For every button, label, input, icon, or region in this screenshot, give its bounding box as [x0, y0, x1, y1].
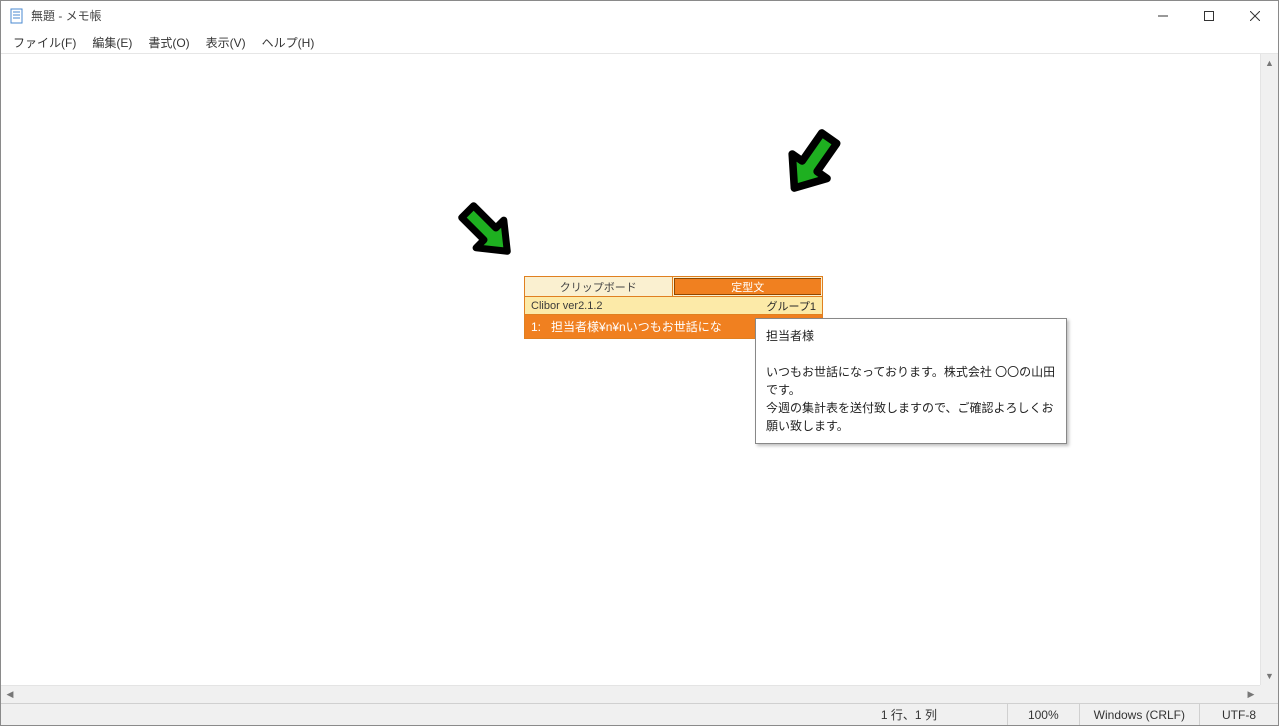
close-button[interactable] [1232, 1, 1278, 30]
tab-teikeibun[interactable]: 定型文 [674, 278, 822, 295]
menu-format[interactable]: 書式(O) [140, 32, 197, 53]
tab-clipboard[interactable]: クリップボード [525, 277, 673, 296]
status-lineending: Windows (CRLF) [1079, 704, 1199, 725]
horizontal-scrollbar[interactable]: ◀ ▶ [1, 685, 1260, 703]
clibor-group[interactable]: グループ1 [767, 298, 816, 314]
clibor-item-index: 1: [531, 320, 541, 334]
minimize-button[interactable] [1140, 1, 1186, 30]
menu-edit[interactable]: 編集(E) [84, 32, 140, 53]
scroll-left-icon[interactable]: ◀ [1, 686, 19, 703]
menubar: ファイル(F) 編集(E) 書式(O) 表示(V) ヘルプ(H) [1, 31, 1278, 53]
tooltip-line2: いつもお世話になっております。株式会社 〇〇の山田です。 [766, 363, 1056, 399]
clibor-header: Clibor ver2.1.2 グループ1 [525, 297, 822, 315]
notepad-window: 無題 - メモ帳 ファイル(F) 編集(E) 書式(O) 表示(V) ヘルプ(H… [0, 0, 1279, 726]
status-encoding: UTF-8 [1199, 704, 1278, 725]
annotation-arrow-right [776, 122, 852, 198]
scrollbar-corner [1260, 685, 1278, 703]
tooltip-line3: 今週の集計表を送付致しますので、ご確認よろしくお願い致します。 [766, 399, 1056, 435]
notepad-icon [9, 8, 25, 24]
scroll-down-icon[interactable]: ▼ [1261, 667, 1278, 685]
statusbar: 1 行、1 列 100% Windows (CRLF) UTF-8 [1, 703, 1278, 725]
status-zoom: 100% [1007, 704, 1079, 725]
editor-area[interactable]: ▲ ▼ ◀ ▶ クリップボード [1, 53, 1278, 703]
status-position: 1 行、1 列 [851, 704, 1007, 725]
maximize-button[interactable] [1186, 1, 1232, 30]
tooltip-line1: 担当者様 [766, 327, 1056, 345]
menu-help[interactable]: ヘルプ(H) [254, 32, 323, 53]
clibor-tabs: クリップボード 定型文 [525, 277, 822, 297]
menu-view[interactable]: 表示(V) [198, 32, 254, 53]
vertical-scrollbar[interactable]: ▲ ▼ [1260, 54, 1278, 685]
clibor-tooltip: 担当者様 いつもお世話になっております。株式会社 〇〇の山田です。 今週の集計表… [755, 318, 1067, 444]
annotation-arrow-left [450, 194, 520, 264]
clibor-version: Clibor ver2.1.2 [531, 300, 603, 312]
clibor-item-text: 担当者様¥n¥nいつもお世話にな [551, 318, 722, 335]
menu-file[interactable]: ファイル(F) [5, 32, 84, 53]
window-controls [1140, 1, 1278, 30]
titlebar: 無題 - メモ帳 [1, 1, 1278, 31]
text-area[interactable] [1, 54, 1260, 685]
scroll-right-icon[interactable]: ▶ [1242, 686, 1260, 703]
scroll-up-icon[interactable]: ▲ [1261, 54, 1278, 72]
window-title: 無題 - メモ帳 [31, 7, 102, 24]
